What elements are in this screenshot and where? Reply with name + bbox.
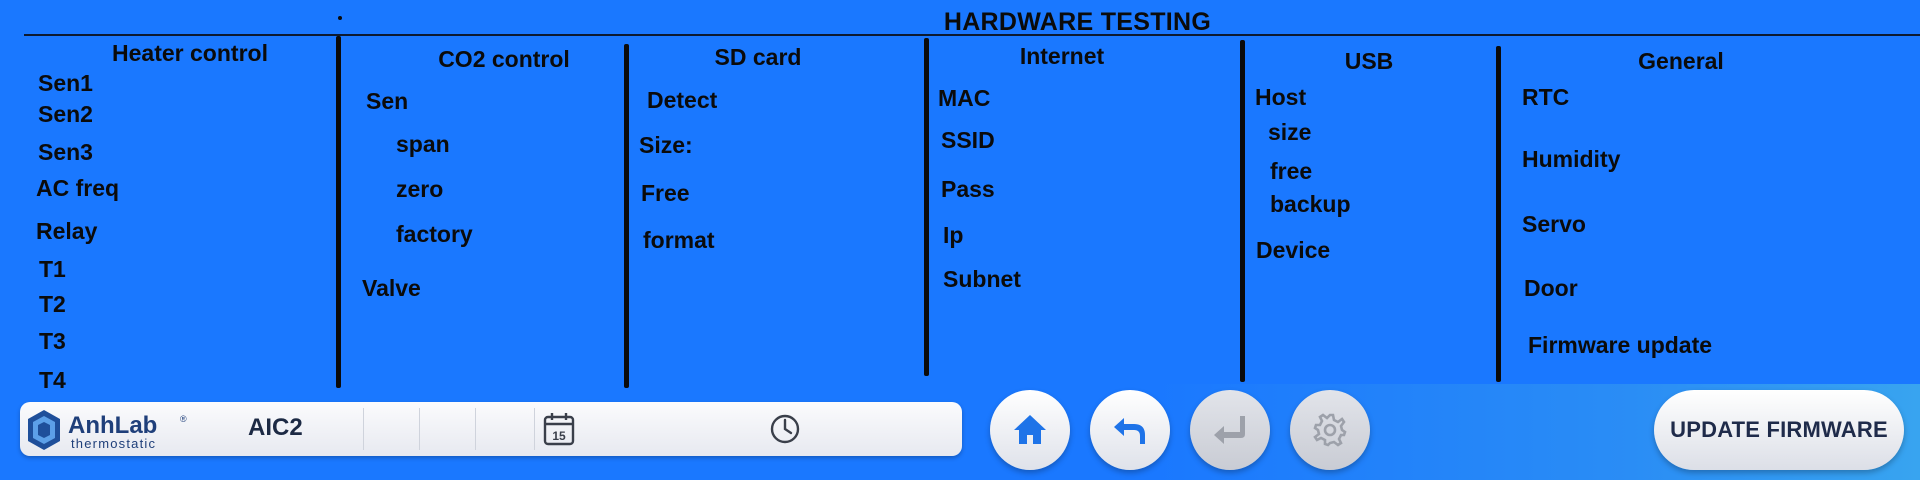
logo-brand: AnhLab [68,412,157,439]
column-separator [924,38,929,376]
t4-label: T4 [39,367,66,393]
usb-host-label: Host [1255,84,1307,110]
back-button[interactable] [1090,390,1170,470]
anhlab-logo: AnhLab ® thermostatic [26,408,196,452]
pass-label: Pass [941,176,995,202]
door-label: Door [1524,275,1578,301]
rtc-label: RTC [1522,84,1570,110]
update-firmware-button[interactable]: UPDATE FIRMWARE [1654,390,1904,470]
sd-card-title: SD card [714,44,802,70]
co2-span-label: span [396,131,450,157]
clock-icon[interactable] [768,411,802,447]
ip-label: Ip [943,222,964,248]
t1-label: T1 [39,256,66,282]
back-arrow-icon [1114,418,1145,444]
device-name: AIC2 [248,414,303,441]
title-divider [24,34,1920,36]
general-title: General [1638,48,1724,74]
servo-label: Servo [1522,211,1586,237]
status-divider [475,408,476,450]
hardware-testing-panel: HARDWARE TESTING Heater control Sen1 Sen… [0,0,1920,393]
home-icon [1014,415,1046,444]
column-separator [336,36,341,388]
column-separator [624,44,629,388]
subnet-label: Subnet [943,266,1021,292]
humidity-label: Humidity [1522,146,1621,172]
sd-free-label: Free [641,180,690,206]
status-divider [363,408,364,450]
gear-icon [1313,413,1347,447]
home-button[interactable] [990,390,1070,470]
relay-label: Relay [36,218,98,244]
firmware-update-label: Firmware update [1528,332,1713,358]
t2-label: T2 [39,291,66,317]
usb-backup-label: backup [1270,191,1351,217]
ssid-label: SSID [941,127,995,153]
ac-freq-label: AC freq [36,175,120,201]
logo-subtitle: thermostatic [71,436,156,451]
usb-size-label: size [1268,119,1312,145]
status-divider [534,408,535,450]
sd-detect-label: Detect [647,87,718,113]
sd-size-label: Size: [639,132,693,158]
co2-zero-label: zero [396,176,444,202]
heater-control-title: Heater control [112,40,268,66]
heater-sen2-label: Sen2 [38,101,93,127]
usb-device-label: Device [1256,237,1331,263]
co2-sen-label: Sen [366,88,409,114]
valve-label: Valve [362,275,421,301]
mac-label: MAC [938,85,991,111]
svg-text:15: 15 [552,429,566,443]
usb-title: USB [1344,48,1394,74]
t3-label: T3 [39,328,66,354]
decorative-dot [338,16,342,20]
status-divider [419,408,420,450]
usb-free-label: free [1270,158,1313,184]
co2-control-title: CO2 control [438,46,570,72]
heater-sen3-label: Sen3 [38,139,93,165]
enter-return-icon [1214,416,1245,444]
status-bar: AnhLab ® thermostatic AIC2 15 [20,402,962,456]
calendar-icon[interactable]: 15 [542,411,576,447]
column-separator [1496,46,1501,382]
heater-sen1-label: Sen1 [38,70,93,96]
sd-format-label: format [643,227,715,253]
enter-button[interactable] [1190,390,1270,470]
column-separator [1240,40,1245,382]
internet-title: Internet [1019,43,1105,69]
page-title: HARDWARE TESTING [943,8,1212,36]
svg-text:®: ® [180,414,187,424]
settings-button[interactable] [1290,390,1370,470]
co2-factory-label: factory [396,221,473,247]
